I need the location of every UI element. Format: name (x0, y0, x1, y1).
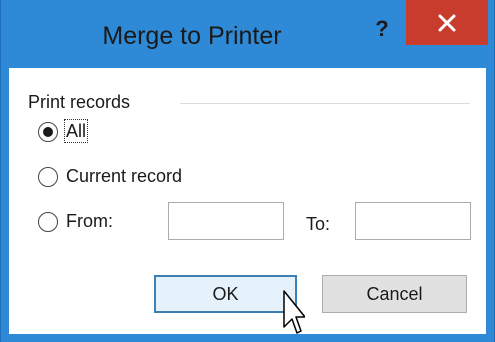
radio-current-record[interactable]: Current record (38, 165, 258, 195)
radio-all-button[interactable] (38, 122, 58, 142)
close-icon (438, 14, 456, 32)
help-button[interactable]: ? (358, 14, 406, 52)
mouse-pointer-icon (283, 290, 305, 334)
radio-all-label: All (63, 119, 89, 143)
dialog-title: Merge to Printer (102, 22, 282, 50)
ok-button[interactable]: OK (154, 275, 297, 313)
radio-from[interactable]: From: (38, 210, 158, 240)
radio-all[interactable]: All (38, 119, 158, 150)
group-divider (180, 103, 470, 104)
print-records-group-label: Print records (28, 92, 131, 112)
title-bar: Merge to Printer ? (1, 0, 494, 78)
radio-from-label: From: (66, 211, 113, 231)
to-input[interactable] (355, 202, 471, 240)
radio-current-record-label: Current record (66, 166, 183, 186)
close-button[interactable] (406, 0, 488, 45)
cancel-button[interactable]: Cancel (322, 275, 467, 313)
to-label: To: (306, 214, 331, 234)
radio-selected-dot (43, 127, 53, 137)
from-input[interactable] (168, 202, 284, 240)
radio-from-button[interactable] (38, 212, 58, 232)
radio-current-record-button[interactable] (38, 167, 58, 187)
